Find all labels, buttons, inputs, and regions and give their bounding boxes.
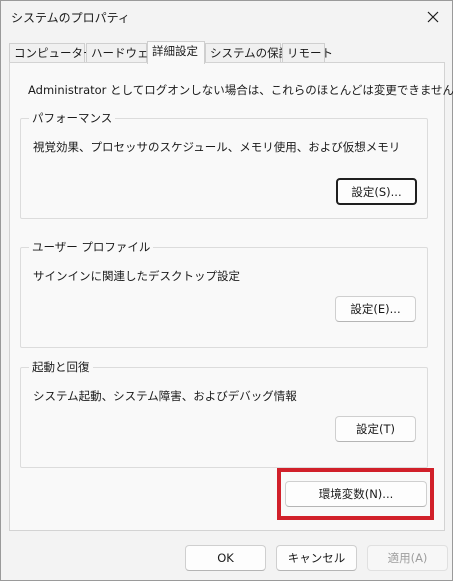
user-profiles-group: ユーザー プロファイル サインインに関連したデスクトップ設定 設定(E)... <box>20 240 428 348</box>
startup-recovery-title: 起動と回復 <box>29 360 93 374</box>
tab-hardware[interactable]: ハードウェア <box>86 43 160 63</box>
admin-note: Administrator としてログオンしない場合は、これらのほとんどは変更で… <box>28 83 453 97</box>
performance-settings-button[interactable]: 設定(S)... <box>336 178 417 205</box>
environment-variables-button[interactable]: 環境変数(N)... <box>285 481 427 507</box>
performance-description: 視覚効果、プロセッサのスケジュール、メモリ使用、および仮想メモリ <box>33 140 401 154</box>
window-title: システムのプロパティ <box>11 11 130 25</box>
tab-label: システムの保護 <box>210 46 291 60</box>
performance-group: パフォーマンス 視覚効果、プロセッサのスケジュール、メモリ使用、および仮想メモリ… <box>20 111 428 219</box>
startup-recovery-description: システム起動、システム障害、およびデバッグ情報 <box>33 389 297 403</box>
startup-recovery-group: 起動と回復 システム起動、システム障害、およびデバッグ情報 設定(T) <box>20 360 428 468</box>
tab-system-protection[interactable]: システムの保護 <box>205 43 290 63</box>
system-properties-dialog: システムのプロパティ コンピューター名 ハードウェア 詳細設定 システムの保護 … <box>0 0 453 581</box>
tab-remote[interactable]: リモート <box>282 43 333 63</box>
user-profiles-title: ユーザー プロファイル <box>29 240 154 254</box>
title-bar: システムのプロパティ <box>1 1 452 33</box>
tab-label: リモート <box>287 46 333 60</box>
close-icon <box>427 11 439 23</box>
tab-computer-name[interactable]: コンピューター名 <box>9 43 106 63</box>
startup-recovery-settings-button[interactable]: 設定(T) <box>335 416 416 442</box>
close-button[interactable] <box>420 4 446 30</box>
cancel-button[interactable]: キャンセル <box>276 545 357 571</box>
advanced-tab-panel: Administrator としてログオンしない場合は、これらのほとんどは変更で… <box>9 62 453 531</box>
user-profiles-description: サインインに関連したデスクトップ設定 <box>33 269 240 283</box>
tab-advanced[interactable]: 詳細設定 <box>147 41 205 64</box>
user-profiles-settings-button[interactable]: 設定(E)... <box>335 296 416 322</box>
tab-label: 詳細設定 <box>152 44 198 58</box>
apply-button[interactable]: 適用(A) <box>367 545 448 571</box>
performance-title: パフォーマンス <box>29 111 116 125</box>
ok-button[interactable]: OK <box>185 545 266 571</box>
tab-strip: コンピューター名 ハードウェア 詳細設定 システムの保護 リモート <box>1 41 452 64</box>
